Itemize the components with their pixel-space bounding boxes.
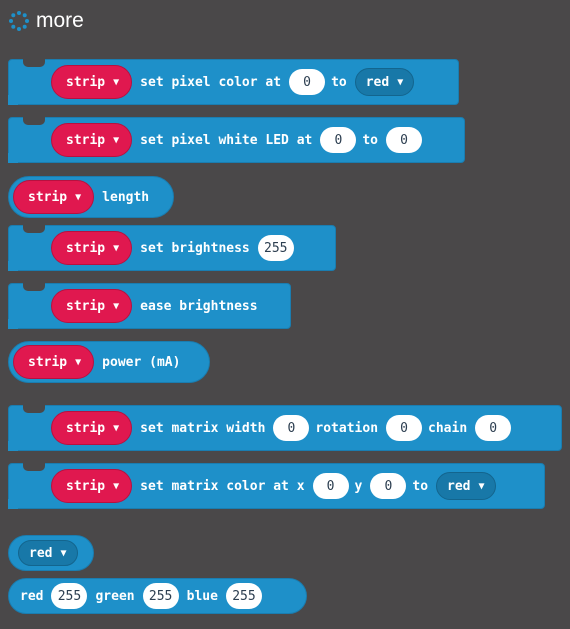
block-label: rotation (315, 420, 379, 436)
chevron-down-icon: ▼ (113, 300, 120, 312)
block-set-brightness[interactable]: strip ▼ set brightness 255 (8, 225, 336, 271)
strip-dropdown[interactable]: strip ▼ (51, 123, 133, 157)
chevron-down-icon: ▼ (397, 76, 404, 88)
brightness-input[interactable]: 255 (257, 235, 294, 261)
block-set-pixel-color[interactable]: strip ▼ set pixel color at 0 to red ▼ (8, 59, 459, 105)
chevron-down-icon: ▼ (75, 356, 82, 368)
block-label: set pixel white LED at (140, 132, 313, 148)
block-label: set matrix width (140, 420, 266, 436)
category-header: more (8, 8, 84, 34)
chevron-down-icon: ▼ (113, 134, 120, 146)
spinner-dots-icon (9, 11, 29, 31)
strip-dropdown[interactable]: strip ▼ (51, 411, 133, 445)
index-input[interactable]: 0 (320, 127, 357, 153)
chevron-down-icon: ▼ (113, 422, 120, 434)
chevron-down-icon: ▼ (113, 480, 120, 492)
chevron-down-icon: ▼ (75, 191, 82, 203)
block-ease-brightness[interactable]: strip ▼ ease brightness (8, 283, 291, 329)
block-label: to (362, 132, 379, 148)
category-title: more (36, 9, 84, 32)
block-label: set brightness (140, 240, 250, 256)
block-power[interactable]: strip ▼ power (mA) (8, 341, 210, 383)
strip-dropdown[interactable]: strip ▼ (51, 231, 133, 265)
chain-input[interactable]: 0 (475, 415, 512, 441)
block-label: red (20, 588, 44, 604)
chevron-down-icon: ▼ (113, 242, 120, 254)
index-input[interactable]: 0 (289, 69, 326, 95)
red-input[interactable]: 255 (51, 583, 88, 609)
chevron-down-icon: ▼ (60, 547, 67, 559)
color-dropdown[interactable]: red ▼ (354, 68, 415, 96)
block-set-matrix-color[interactable]: strip ▼ set matrix color at x 0 y 0 to re… (8, 463, 545, 509)
strip-dropdown[interactable]: strip ▼ (51, 65, 133, 99)
block-label: set matrix color at x (140, 478, 305, 494)
block-label: set pixel color at (140, 74, 282, 90)
block-set-pixel-white[interactable]: strip ▼ set pixel white LED at 0 to 0 (8, 117, 465, 163)
width-input[interactable]: 0 (273, 415, 310, 441)
block-rgb[interactable]: red 255 green 255 blue 255 (8, 578, 307, 614)
block-label: blue (186, 588, 218, 604)
color-dropdown[interactable]: red ▼ (18, 540, 78, 566)
strip-dropdown[interactable]: strip ▼ (51, 469, 133, 503)
block-label: power (mA) (102, 354, 181, 370)
color-dropdown[interactable]: red ▼ (436, 472, 496, 500)
chevron-down-icon: ▼ (478, 480, 485, 492)
chevron-down-icon: ▼ (113, 76, 120, 88)
strip-dropdown[interactable]: strip ▼ (13, 180, 95, 214)
value-input[interactable]: 0 (386, 127, 423, 153)
strip-dropdown[interactable]: strip ▼ (13, 345, 95, 379)
block-color[interactable]: red ▼ (8, 535, 94, 571)
block-set-matrix-width[interactable]: strip ▼ set matrix width 0 rotation 0 cha… (8, 405, 562, 451)
blue-input[interactable]: 255 (225, 583, 262, 609)
block-label: ease brightness (140, 298, 258, 314)
y-input[interactable]: 0 (370, 473, 407, 499)
strip-dropdown[interactable]: strip ▼ (51, 289, 133, 323)
block-label: length (102, 189, 150, 205)
block-label: green (95, 588, 135, 604)
green-input[interactable]: 255 (142, 583, 179, 609)
block-length[interactable]: strip ▼ length (8, 176, 174, 218)
block-label: to (412, 478, 429, 494)
block-label: chain (428, 420, 468, 436)
rotation-input[interactable]: 0 (386, 415, 423, 441)
block-label: y (354, 478, 363, 494)
block-label: to (331, 74, 347, 90)
x-input[interactable]: 0 (312, 473, 349, 499)
